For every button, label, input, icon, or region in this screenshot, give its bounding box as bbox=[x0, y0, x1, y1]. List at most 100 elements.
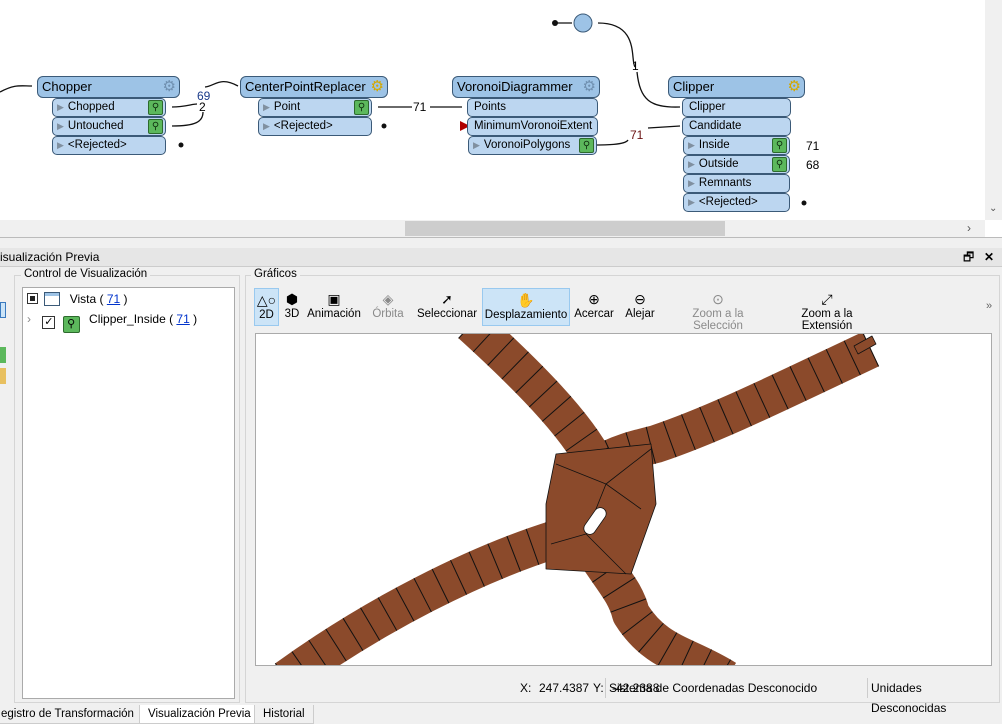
toolbar-button-animation[interactable]: ▣ Animación bbox=[306, 288, 362, 326]
expand-triangle-icon[interactable]: ▶ bbox=[688, 197, 695, 207]
input-port[interactable]: Candidate bbox=[682, 117, 791, 136]
output-port-label: <Rejected> bbox=[698, 196, 758, 208]
output-port[interactable]: ▶ <Rejected> bbox=[258, 117, 372, 136]
toolbar-button-label: Acercar bbox=[574, 308, 614, 320]
output-port[interactable]: ▶ Outside ⚲ bbox=[683, 155, 790, 174]
clipper-count-link[interactable]: 71 bbox=[176, 312, 189, 326]
close-icon[interactable]: ✕ bbox=[984, 248, 994, 266]
tab-transformation-log[interactable]: egistro de Transformación bbox=[0, 705, 143, 724]
toolbar-button-zoom-in[interactable]: ⊕ Acercar bbox=[570, 288, 618, 326]
zoom-extent-icon: ⤢ bbox=[821, 291, 833, 307]
vertical-scrollbar[interactable]: ⌄ bbox=[985, 0, 1002, 220]
output-port-label: Outside bbox=[698, 158, 739, 170]
scroll-down-icon[interactable]: ⌄ bbox=[989, 203, 997, 214]
output-port-label: VoronoiPolygons bbox=[483, 139, 571, 151]
inspect-icon[interactable]: ⚲ bbox=[148, 119, 163, 134]
output-port[interactable]: ▶ <Rejected> bbox=[683, 193, 790, 212]
pan-hand-icon: ✋ bbox=[517, 292, 535, 308]
orbit-icon: ◈ bbox=[382, 291, 394, 307]
expand-triangle-icon[interactable]: ▶ bbox=[688, 178, 695, 188]
layer-tree[interactable]: Vista ( 71 ) › ✓ ⚲ Clipper_Inside ( 71 ) bbox=[22, 287, 235, 699]
input-port[interactable]: Points bbox=[467, 98, 598, 117]
select-icon: ➚ bbox=[441, 291, 453, 307]
expand-triangle-icon[interactable]: ▶ bbox=[473, 140, 480, 150]
output-port[interactable]: ▶ VoronoiPolygons ⚲ bbox=[468, 136, 597, 155]
y-label: Y: bbox=[593, 681, 604, 695]
tristate-checkbox[interactable] bbox=[27, 293, 38, 304]
inspect-icon[interactable]: ⚲ bbox=[579, 138, 594, 153]
tree-row-clipper-inside[interactable]: › ✓ ⚲ Clipper_Inside ( 71 ) bbox=[27, 309, 197, 333]
toolbar-button-pan-hand[interactable]: ✋ Desplazamiento bbox=[482, 288, 570, 326]
toolbar-button-label: Animación bbox=[307, 308, 361, 320]
inspect-icon[interactable]: ⚲ bbox=[772, 138, 787, 153]
node-clipper[interactable]: Clipper ⚙ bbox=[668, 76, 805, 98]
expand-triangle-icon[interactable]: ▶ bbox=[263, 102, 270, 112]
output-port[interactable]: ▶ Point ⚲ bbox=[258, 98, 372, 117]
input-port[interactable]: MinimumVoronoiExtent bbox=[467, 117, 598, 136]
expand-triangle-icon[interactable]: ▶ bbox=[688, 140, 695, 150]
output-port[interactable]: ▶ Inside ⚲ bbox=[683, 136, 790, 155]
zoom-out-icon: ⊖ bbox=[634, 291, 646, 307]
zoom-selection-icon: ⊙ bbox=[712, 291, 724, 307]
toolbar-button-zoom-selection[interactable]: ⊙ Zoom a la Selección bbox=[668, 288, 768, 332]
inspector-icon: ⚲ bbox=[62, 316, 80, 333]
expand-triangle-icon[interactable]: ▶ bbox=[263, 121, 270, 131]
count-point: 71 bbox=[413, 100, 427, 114]
map-graphics bbox=[274, 334, 880, 665]
output-port-label: <Rejected> bbox=[67, 139, 127, 151]
inspect-icon[interactable]: ⚲ bbox=[772, 157, 787, 172]
input-port-label: Candidate bbox=[689, 120, 742, 132]
tab-history[interactable]: Historial bbox=[254, 705, 314, 724]
vista-count-link[interactable]: 71 bbox=[107, 292, 120, 306]
count-voronoi: 71 bbox=[630, 128, 644, 142]
node-title: CenterPointReplacer bbox=[245, 79, 366, 94]
gear-icon-active[interactable]: ⚙ bbox=[371, 78, 384, 95]
node-centerpointreplacer[interactable]: CenterPointReplacer ⚙ bbox=[240, 76, 388, 98]
toolbar-button-2d-shapes[interactable]: △○ 2D bbox=[254, 288, 279, 326]
node-chopper[interactable]: Chopper ⚙ bbox=[37, 76, 180, 98]
workspace-canvas[interactable]: Chopper ⚙ ▶ Chopped ⚲ ▶ Untouched ⚲ ▶ <Rejected> C… bbox=[0, 0, 1002, 238]
input-port[interactable]: Clipper bbox=[682, 98, 791, 117]
side-toolbar[interactable] bbox=[0, 292, 6, 402]
inspect-icon[interactable]: ⚲ bbox=[354, 100, 369, 115]
gear-icon[interactable]: ⚙ bbox=[163, 78, 176, 95]
toolbar-button-label: Seleccionar bbox=[416, 308, 478, 320]
zoom-in-icon: ⊕ bbox=[588, 291, 600, 307]
input-port-label: Clipper bbox=[689, 101, 726, 113]
count-untouched: 2 bbox=[199, 100, 206, 114]
map-view[interactable] bbox=[255, 333, 992, 666]
expand-triangle-icon[interactable]: ▶ bbox=[688, 159, 695, 169]
toolbar-button-label: Alejar bbox=[625, 308, 655, 320]
paren: ) bbox=[123, 292, 128, 306]
output-port[interactable]: ▶ Chopped ⚲ bbox=[52, 98, 166, 117]
toolbar-button-orbit[interactable]: ◈ Órbita bbox=[368, 288, 408, 326]
expand-triangle-icon[interactable]: ▶ bbox=[57, 102, 64, 112]
gear-icon-active[interactable]: ⚙ bbox=[788, 78, 801, 95]
tree-row-vista[interactable]: Vista ( 71 ) bbox=[27, 289, 128, 309]
output-port[interactable]: ▶ <Rejected> bbox=[52, 136, 166, 155]
count-inside: 71 bbox=[806, 139, 820, 153]
toolbar-button-select[interactable]: ➚ Seleccionar bbox=[416, 288, 478, 326]
output-port[interactable]: ▶ Remnants bbox=[683, 174, 790, 193]
toolbar-button-zoom-out[interactable]: ⊖ Alejar bbox=[620, 288, 660, 326]
gear-icon[interactable]: ⚙ bbox=[583, 78, 596, 95]
output-port-label: Chopped bbox=[67, 101, 115, 113]
output-port-label: Remnants bbox=[698, 177, 752, 189]
toolbar-button-label: Zoom a la Extensión bbox=[801, 308, 853, 332]
expand-triangle-icon[interactable]: ▶ bbox=[57, 140, 64, 150]
tab-visual-preview[interactable]: Visualización Previa bbox=[139, 705, 260, 724]
toolbar-button-zoom-extent[interactable]: ⤢ Zoom a la Extensión bbox=[775, 288, 879, 332]
expand-triangle-icon[interactable]: ▶ bbox=[57, 121, 64, 131]
toolbar-overflow-icon[interactable]: » bbox=[986, 300, 992, 312]
checkbox-checked[interactable]: ✓ bbox=[42, 316, 56, 329]
expand-chevron-icon[interactable]: › bbox=[27, 312, 31, 326]
node-voronoidiagrammer[interactable]: VoronoiDiagrammer ⚙ bbox=[452, 76, 600, 98]
node-title: Chopper bbox=[42, 79, 92, 94]
horizontal-scroll-thumb[interactable] bbox=[405, 221, 725, 236]
scroll-right-icon[interactable]: › bbox=[967, 221, 971, 235]
output-port[interactable]: ▶ Untouched ⚲ bbox=[52, 117, 166, 136]
control-title: Control de Visualización bbox=[21, 268, 151, 280]
toolbar-button-3d-shapes[interactable]: ⬢ 3D bbox=[280, 288, 304, 326]
inspect-icon[interactable]: ⚲ bbox=[148, 100, 163, 115]
restore-icon[interactable]: 🗗 bbox=[963, 248, 974, 266]
